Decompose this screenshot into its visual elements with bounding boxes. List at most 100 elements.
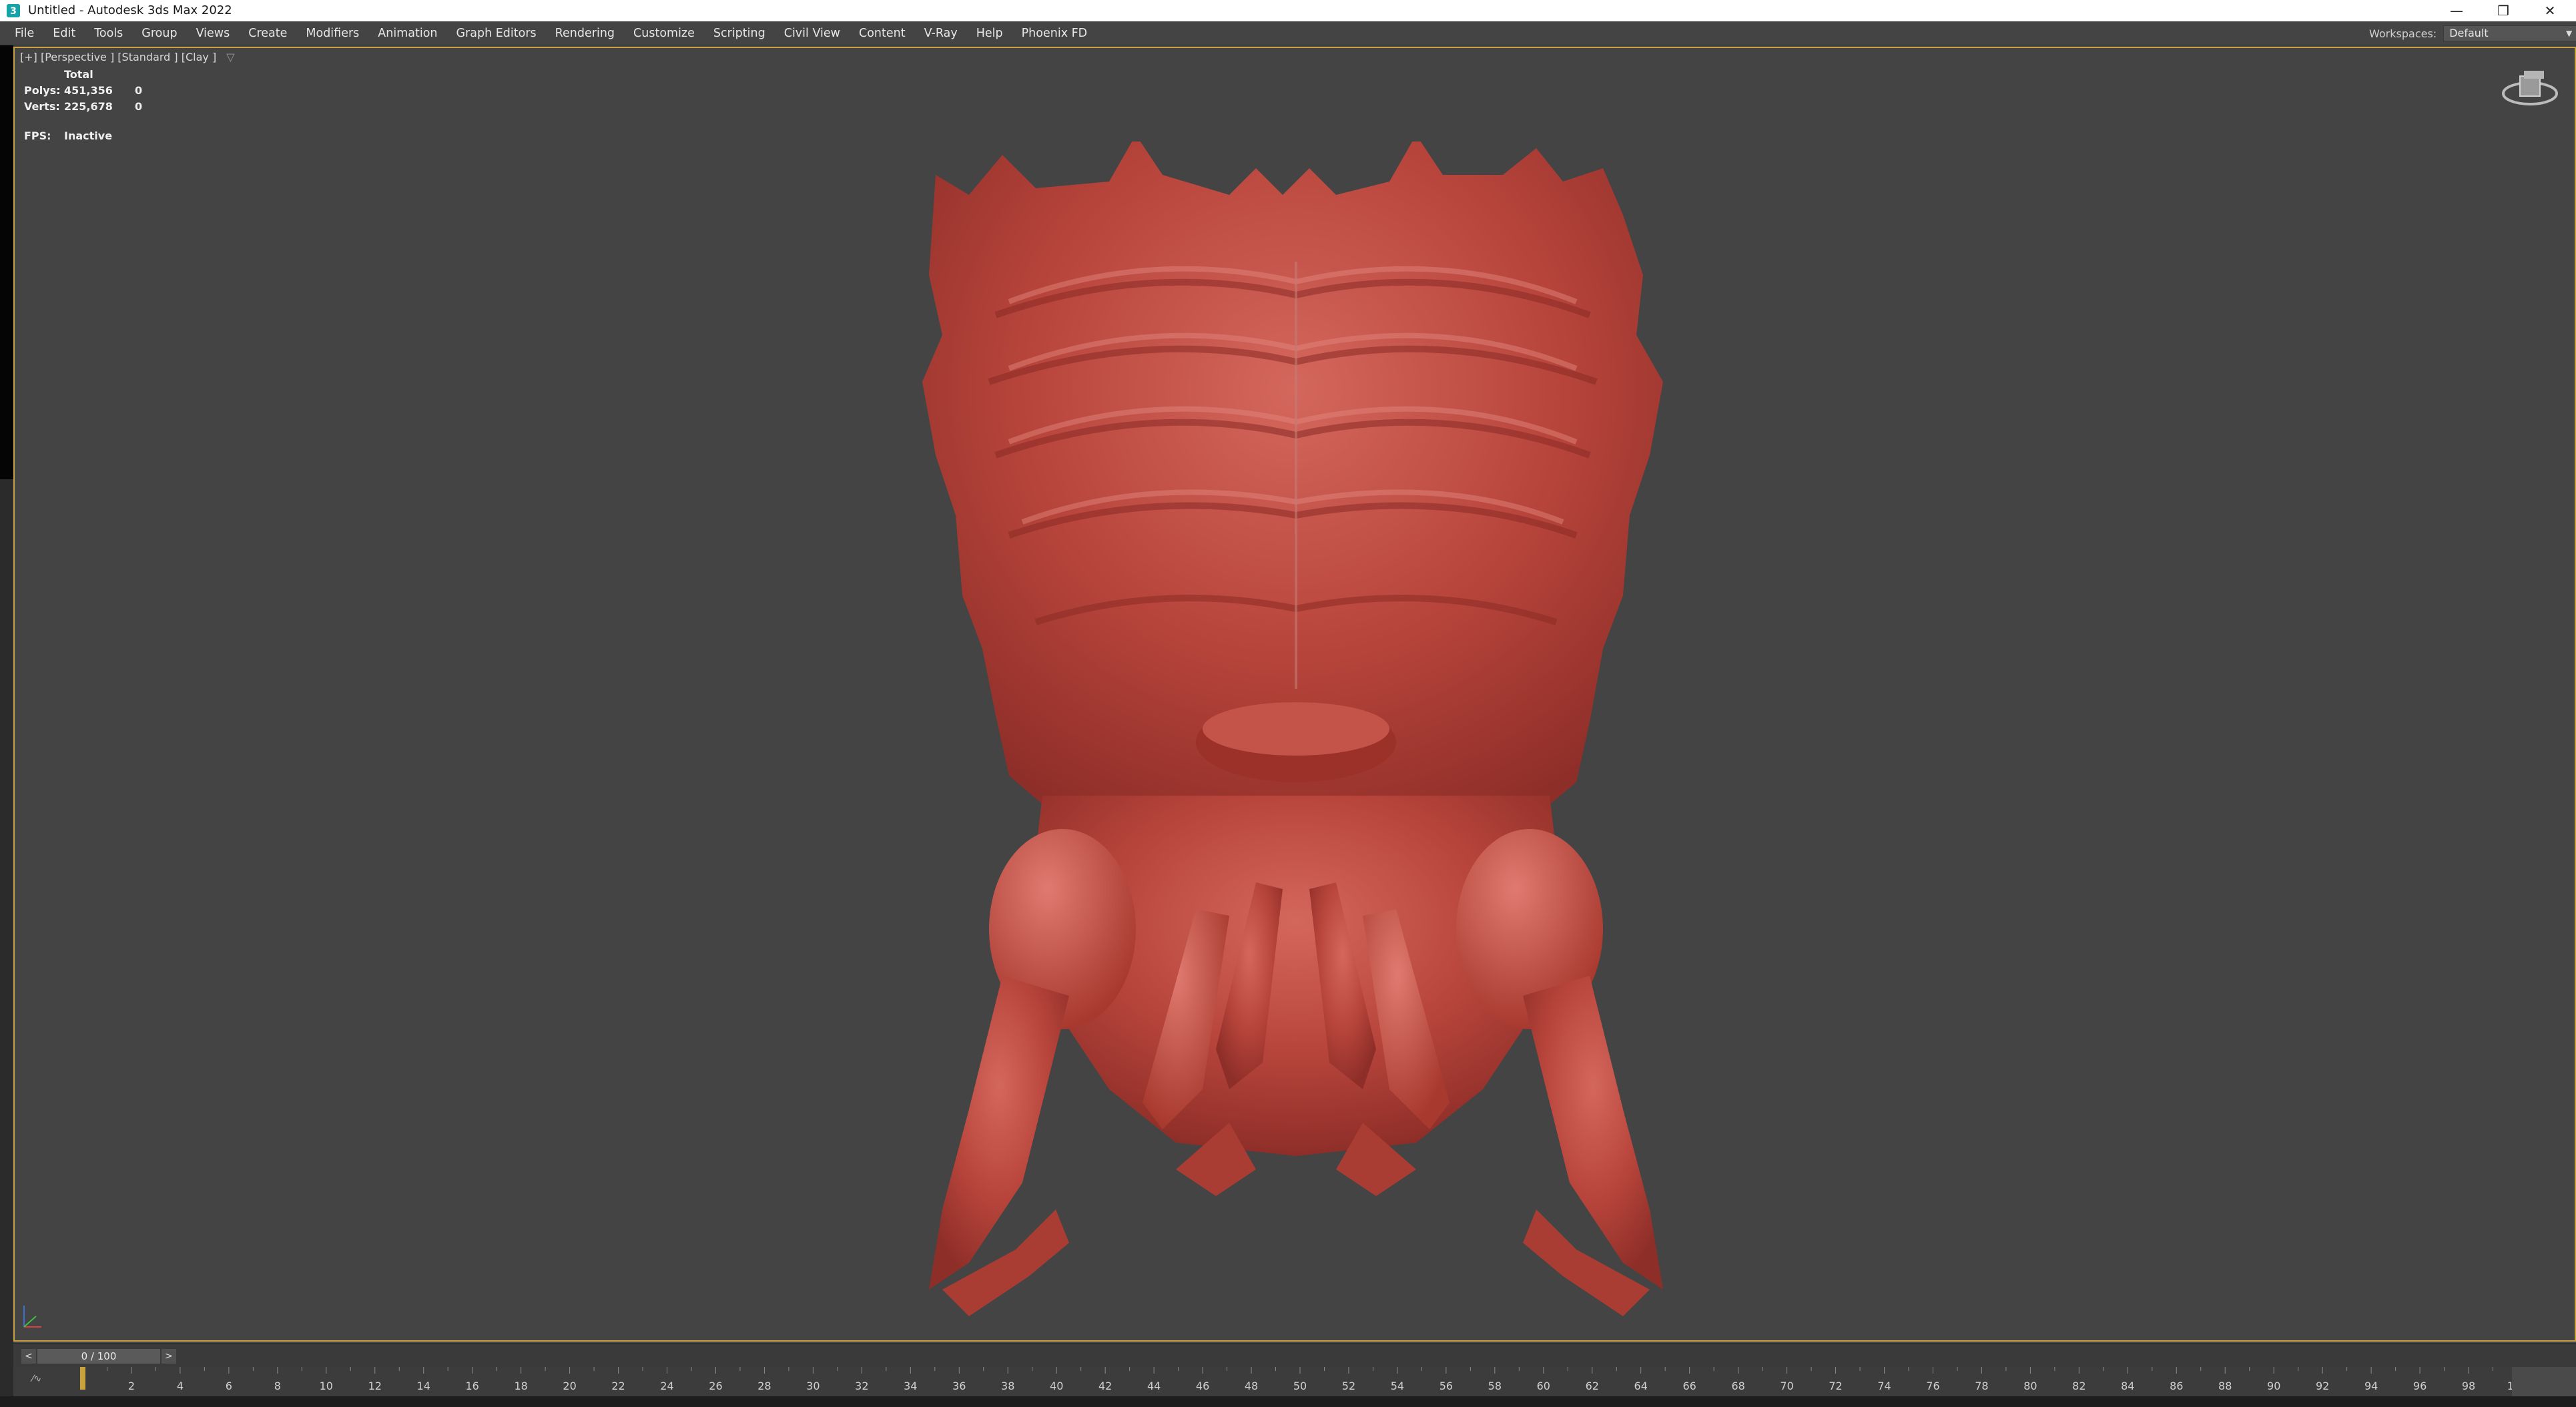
main-menu: File Edit Tools Group Views Create Modif… [15,21,1087,45]
menu-views[interactable]: Views [196,27,230,40]
timeline-tick-label: 2 [128,1380,135,1392]
window-title: Untitled - Autodesk 3ds Max 2022 [28,3,232,17]
timeline-tick-label: 46 [1196,1380,1209,1392]
timeline-tick-label: 80 [2023,1380,2037,1392]
timeline-tick-label: 12 [368,1380,382,1392]
timeline-tick-label: 4 [177,1380,184,1392]
axis-tripod-icon [23,1306,41,1328]
menu-modifiers[interactable]: Modifiers [306,27,359,40]
timeline-tick-label: 6 [226,1380,232,1392]
timeline-tick-label: 40 [1050,1380,1063,1392]
menu-group[interactable]: Group [141,27,177,40]
track-bar[interactable]: ⁄∿ 0246810121416182022242628303234363840… [13,1367,2576,1396]
os-taskbar [0,1396,2576,1407]
timeline-tick-label: 30 [806,1380,820,1392]
timeline-tick-label: 34 [904,1380,917,1392]
timeline-tick-label: 20 [563,1380,576,1392]
menu-vray[interactable]: V-Ray [924,27,958,40]
timeline-tick-label: 32 [855,1380,868,1392]
workspace-dropdown[interactable]: Default ▼ [2443,25,2576,41]
timeline-tick-label: 42 [1098,1380,1112,1392]
menu-customize[interactable]: Customize [633,27,695,40]
verts-label: Verts: [24,100,60,113]
timeline-tick-label: 10 [320,1380,333,1392]
menu-graph-editors[interactable]: Graph Editors [456,27,537,40]
time-slider-bar: < 0 / 100 > [13,1343,2576,1367]
menu-bar: File Edit Tools Group Views Create Modif… [0,21,2576,45]
timeline-tick-label: 24 [660,1380,673,1392]
timeline-tick-label: 26 [709,1380,722,1392]
timeline-tick-label: 22 [611,1380,625,1392]
timeline-tick-label: 36 [952,1380,966,1392]
workspace-label: Workspaces: [2369,27,2437,40]
stats-total-header: Total [64,68,93,81]
3dsmax-app-icon[interactable]: 3 [5,3,21,19]
timeline-tick-label: 58 [1488,1380,1502,1392]
timeline-ruler[interactable]: 0246810121416182022242628303234363840424… [13,1367,2576,1396]
timeline-tick-label: 52 [1342,1380,1355,1392]
timeline-tick-label: 66 [1683,1380,1696,1392]
workspace-selector: Workspaces: Default ▼ [2369,25,2576,41]
menu-rendering[interactable]: Rendering [555,27,615,40]
next-frame-button[interactable]: > [162,1349,176,1364]
menu-edit[interactable]: Edit [53,27,75,40]
track-bar-end [2512,1367,2576,1396]
timeline-tick-label: 62 [1586,1380,1599,1392]
timeline-tick-label: 8 [274,1380,281,1392]
filter-icon[interactable]: ▽ [226,51,234,63]
menu-file[interactable]: File [15,27,34,40]
left-panel-strip [0,45,13,1407]
timeline-tick-label: 84 [2121,1380,2134,1392]
timeline-tick-label: 70 [1780,1380,1793,1392]
minimize-button[interactable]: — [2435,0,2479,21]
timeline-tick-label: 48 [1245,1380,1258,1392]
close-button[interactable]: ✕ [2528,0,2572,21]
fps-label: FPS: [24,129,51,142]
viewcube-icon[interactable] [2500,67,2560,113]
menu-animation[interactable]: Animation [378,27,437,40]
current-frame-marker[interactable] [80,1367,85,1390]
menu-scripting[interactable]: Scripting [713,27,765,40]
timeline-tick-label: 54 [1391,1380,1404,1392]
sculpted-creature-model[interactable] [882,142,1710,1336]
menu-civil-view[interactable]: Civil View [784,27,840,40]
3dsmax-window: 3 Untitled - Autodesk 3ds Max 2022 — ❐ ✕… [0,0,2576,1407]
menu-phoenix-fd[interactable]: Phoenix FD [1022,27,1088,40]
menu-help[interactable]: Help [976,27,1003,40]
viewport-statistics: Total Polys: 451,356 0 Verts: 225,678 0 … [24,67,142,144]
svg-text:3: 3 [10,6,17,17]
timeline-tick-label: 88 [2218,1380,2232,1392]
timeline-tick-label: 38 [1001,1380,1014,1392]
left-panel-black [0,45,13,479]
verts-selected: 0 [135,100,143,113]
fps-value: Inactive [64,129,113,142]
timeline-tick-label: 86 [2170,1380,2183,1392]
viewport-label-menu[interactable]: [+] [Perspective ] [Standard ] [Clay ] ▽ [20,51,235,63]
chevron-down-icon: ▼ [2565,29,2573,38]
timeline-tick-label: 96 [2413,1380,2427,1392]
timeline-tick-label: 18 [514,1380,527,1392]
timeline-tick-label: 56 [1439,1380,1453,1392]
polys-selected: 0 [135,84,143,97]
restore-button[interactable]: ❐ [2481,0,2525,21]
menu-create[interactable]: Create [248,27,287,40]
polys-value: 451,356 [64,84,113,97]
verts-value: 225,678 [64,100,113,113]
timeline-tick-label: 44 [1147,1380,1161,1392]
timeline-tick-label: 16 [466,1380,479,1392]
viewport-label[interactable]: [+] [Perspective ] [Standard ] [Clay ] [20,51,216,63]
timeline-tick-label: 14 [417,1380,430,1392]
menu-tools[interactable]: Tools [94,27,123,40]
timeline-tick-label: 28 [757,1380,771,1392]
timeline-tick-label: 68 [1731,1380,1744,1392]
previous-frame-button[interactable]: < [21,1349,36,1364]
timeline-tick-label: 50 [1293,1380,1307,1392]
time-slider[interactable]: 0 / 100 [37,1349,160,1364]
timeline-tick-label: 72 [1829,1380,1842,1392]
menu-content[interactable]: Content [859,27,906,40]
perspective-viewport[interactable]: [+] [Perspective ] [Standard ] [Clay ] ▽… [13,47,2576,1342]
timeline-tick-label: 78 [1975,1380,1988,1392]
workspace-value: Default [2449,27,2489,39]
timeline-tick-label: 90 [2267,1380,2280,1392]
timeline-tick-label: 82 [2072,1380,2085,1392]
